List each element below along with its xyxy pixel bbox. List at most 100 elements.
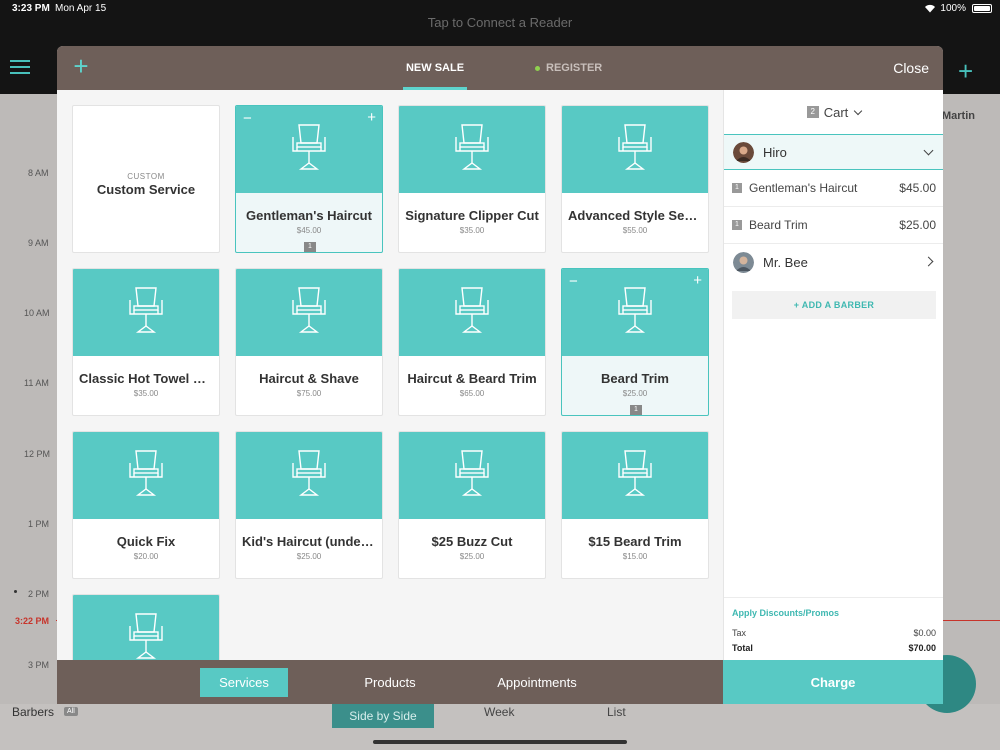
battery-icon [972,4,992,13]
plus-icon[interactable]: + [693,272,702,289]
service-price: $65.00 [459,389,485,398]
tab-register-label: REGISTER [546,62,603,74]
view-side-by-side[interactable]: Side by Side [332,704,434,728]
new-sale-modal: + NEW SALE REGISTER Close CUSTOM Custom … [57,46,943,704]
tab-services[interactable]: Services [200,668,288,697]
custom-service-name: Custom Service [96,182,196,197]
scroll-dot [14,590,17,593]
chair-icon [617,121,653,178]
service-price: $25.00 [296,552,322,561]
line-item-price: $45.00 [899,181,936,195]
menu-icon[interactable] [10,60,30,76]
tab-register[interactable]: REGISTER [535,46,602,90]
cart-barber-hiro[interactable]: Hiro [724,134,943,170]
service-name: Quick Fix [116,534,176,549]
barber-name: Hiro [763,144,787,160]
service-price: $15.00 [622,552,648,561]
service-image [236,269,382,356]
cart-line-item[interactable]: 1 Gentleman's Haircut $45.00 [724,170,943,207]
service-price: $20.00 [133,552,159,561]
service-card[interactable]: $15 Beard Trim $15.00 [561,431,709,579]
add-icon[interactable]: + [958,58,973,84]
service-card[interactable] [72,594,220,660]
service-image [236,432,382,519]
time-label: 11 AM [24,378,49,388]
chevron-down-icon [854,106,863,115]
service-card[interactable]: Classic Hot Towel Shave $35.00 [72,268,220,416]
service-card[interactable]: $25 Buzz Cut $25.00 [398,431,546,579]
tax-label: Tax [732,628,747,638]
custom-service-card[interactable]: CUSTOM Custom Service [72,105,220,253]
services-grid: CUSTOM Custom Service Gentleman's Haircu… [57,90,723,660]
service-qty-badge: 1 [630,405,642,415]
cart-summary: Apply Discounts/Promos Tax $0.00 Total $… [724,597,943,660]
service-image [73,595,219,660]
chair-icon [454,447,490,504]
service-image [399,106,545,193]
service-image [73,269,219,356]
service-card[interactable]: Haircut & Beard Trim $65.00 [398,268,546,416]
view-week[interactable]: Week [484,705,514,719]
service-price: $35.00 [459,226,485,235]
chair-icon [617,284,653,341]
minus-icon[interactable]: − [569,273,578,290]
service-price: $35.00 [133,389,159,398]
service-price: $25.00 [622,389,648,398]
current-time-label: 3:22 PM [15,616,50,626]
tab-products[interactable]: Products [347,660,433,704]
line-item-name: Beard Trim [749,218,808,232]
battery-percent: 100% [940,3,966,14]
cart-title: Cart [823,104,849,120]
service-name: Beard Trim [601,371,669,386]
service-card[interactable]: Beard Trim $25.00 − +1 [561,268,709,416]
home-indicator [373,740,627,744]
close-button[interactable]: Close [893,46,929,90]
service-image [236,106,382,193]
service-name: Haircut & Shave [259,371,359,386]
tab-new-sale[interactable]: NEW SALE [403,46,467,90]
barbers-label[interactable]: Barbers [12,705,54,719]
chevron-down-icon [923,145,934,156]
apply-discounts-link[interactable]: Apply Discounts/Promos [732,608,839,618]
time-label: 3 PM [28,660,50,670]
cart-barber-mr-bee[interactable]: Mr. Bee [724,244,943,280]
chair-icon [454,121,490,178]
service-image [73,432,219,519]
view-list[interactable]: List [607,705,626,719]
cart-line-item[interactable]: 1 Beard Trim $25.00 [724,207,943,244]
register-status-dot [535,65,540,71]
connect-reader-prompt[interactable]: Tap to Connect a Reader [0,15,1000,30]
line-item-price: $25.00 [899,218,936,232]
cart-count-badge: 2 [806,106,819,118]
service-price: $25.00 [459,552,485,561]
barbers-filter-badge[interactable]: All [64,707,78,716]
plus-icon[interactable]: + [367,109,376,126]
service-name: Kid's Haircut (under 12) [242,534,376,549]
time-label: 9 AM [28,238,49,248]
cart-header[interactable]: 2 Cart [724,90,943,134]
service-card[interactable]: Signature Clipper Cut $35.00 [398,105,546,253]
add-icon[interactable]: + [69,53,93,79]
time-label: 8 AM [28,168,49,178]
chair-icon [128,447,164,504]
chair-icon [454,284,490,341]
chair-icon [617,447,653,504]
service-name: Haircut & Beard Trim [407,371,537,386]
time-label: 12 PM [24,449,51,459]
status-date: Mon Apr 15 [55,3,107,14]
time-label: 2 PM [28,589,50,599]
minus-icon[interactable]: − [243,110,252,127]
service-name: Advanced Style Session [568,208,702,223]
service-card[interactable]: Haircut & Shave $75.00 [235,268,383,416]
add-barber-button[interactable]: + ADD A BARBER [732,291,936,319]
chair-icon [291,447,327,504]
service-card[interactable]: Quick Fix $20.00 [72,431,220,579]
tab-appointments[interactable]: Appointments [487,660,587,704]
service-card[interactable]: Kid's Haircut (under 12) $25.00 [235,431,383,579]
line-item-qty: 1 [732,220,742,230]
service-card[interactable]: Advanced Style Session $55.00 [561,105,709,253]
modal-header: + NEW SALE REGISTER Close [57,46,943,90]
service-card[interactable]: Gentleman's Haircut $45.00 − +1 [235,105,383,253]
time-label: 10 AM [24,308,50,318]
charge-button[interactable]: Charge [723,660,943,704]
